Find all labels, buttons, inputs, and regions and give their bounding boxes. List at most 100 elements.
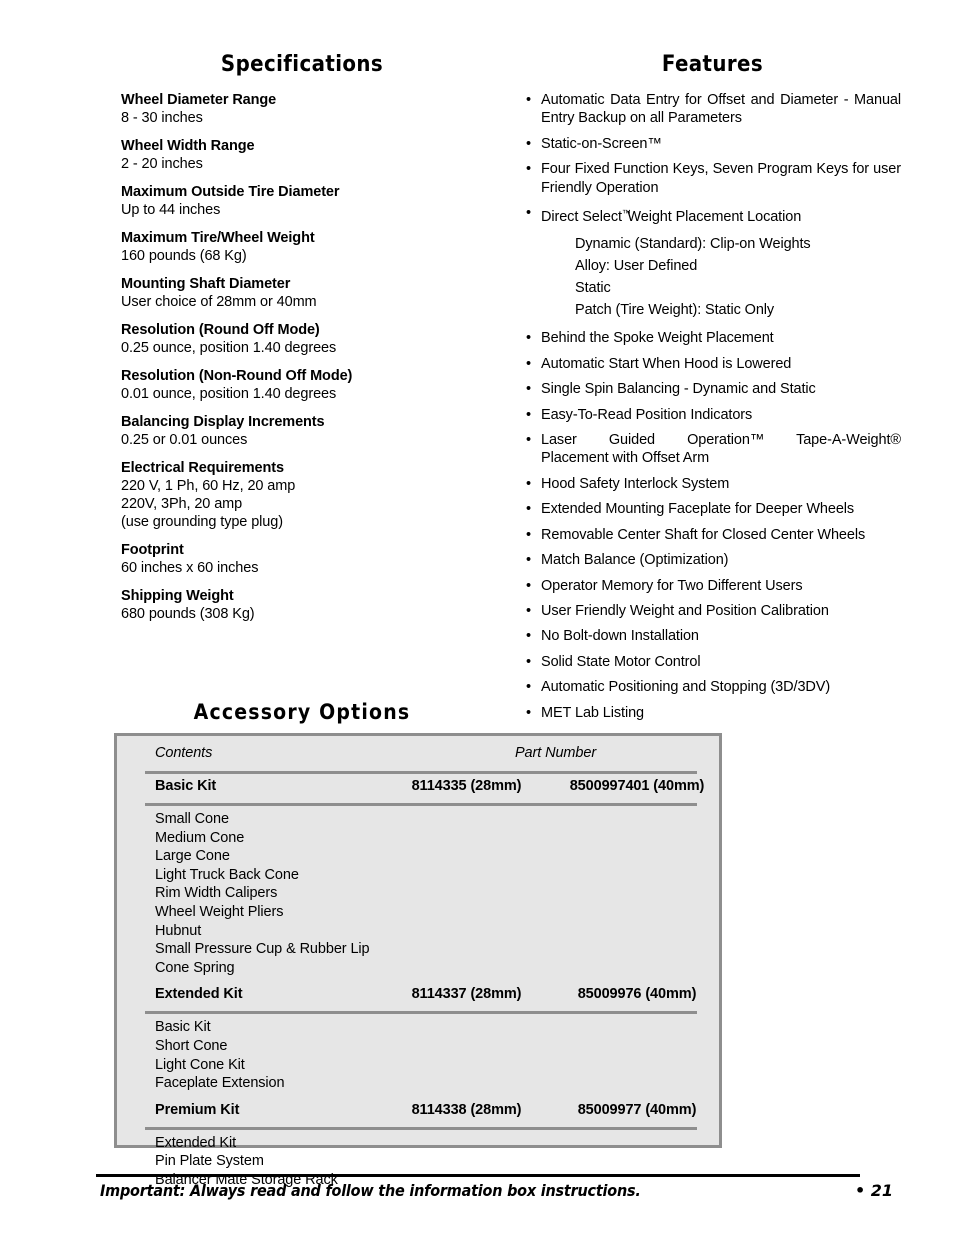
spec-label: Maximum Outside Tire Diameter (121, 184, 340, 200)
feature-item: Automatic Start When Hood is Lowered (524, 355, 901, 374)
feature-item: Extended Mounting Faceplate for Deeper W… (524, 500, 901, 519)
table-divider (145, 1126, 697, 1130)
feature-item-direct-select: Direct Select™Weight Placement Location (524, 204, 901, 226)
spec-label: Resolution (Non-Round Off Mode) (121, 368, 353, 384)
spec-value: 680 pounds (308 Kg) (121, 606, 255, 622)
table-divider (145, 771, 697, 774)
feature-item: Hood Safety Interlock System (524, 475, 901, 494)
kit-part-28mm: 8114338 (28mm) (411, 1101, 522, 1118)
kit-content-item: Wheel Weight Pliers (155, 903, 284, 920)
spec-entry: Balancing Display Increments 0.25 or 0.0… (121, 413, 491, 449)
spec-value: 8 - 30 inches (121, 110, 203, 126)
kit-content-item: Basic Kit (155, 1019, 211, 1036)
feature-text-after-tm: Weight Placement Location (627, 209, 802, 226)
direct-select-sublist: Dynamic (Standard): Clip-on Weights Allo… (524, 233, 901, 321)
kit-row: Premium Kit 8114338 (28mm) 85009977 (40m… (127, 1102, 709, 1126)
feature-item: Behind the Spoke Weight Placement (524, 329, 901, 348)
features-list: Automatic Data Entry for Offset and Diam… (524, 91, 901, 722)
spec-value: Up to 44 inches (121, 202, 221, 218)
spec-entry: Wheel Width Range 2 - 20 inches (121, 137, 491, 173)
spec-label: Shipping Weight (121, 588, 234, 604)
sublist-item: Patch (Tire Weight): Static Only (575, 302, 775, 319)
spec-entry: Maximum Tire/Wheel Weight 160 pounds (68… (121, 229, 491, 265)
kit-content-item: Faceplate Extension (155, 1075, 285, 1092)
kit-content-item: Cone Spring (155, 959, 235, 976)
kit-part-40mm: 85009976 (40mm) (577, 986, 697, 1003)
feature-item: Four Fixed Function Keys, Seven Program … (524, 160, 901, 197)
spec-label: Balancing Display Increments (121, 414, 325, 430)
footer-note: Important: Always read and follow the in… (100, 1181, 641, 1200)
feature-item: User Friendly Weight and Position Calibr… (524, 602, 901, 621)
spec-label: Electrical Requirements (121, 460, 284, 476)
spec-value: 60 inches x 60 inches (121, 560, 259, 576)
footer-divider (96, 1174, 860, 1177)
kit-content-item: Rim Width Calipers (155, 885, 278, 902)
kit-content-item: Small Pressure Cup & Rubber Lip (155, 941, 370, 958)
sublist-item: Alloy: User Defined (575, 258, 698, 275)
spec-entry: Shipping Weight 680 pounds (308 Kg) (121, 587, 491, 623)
feature-justified-line: Laser Guided Operation™ Tape-A-Weight® (541, 432, 901, 449)
feature-item: Removable Center Shaft for Closed Center… (524, 526, 901, 545)
spec-entry: Electrical Requirements 220 V, 1 Ph, 60 … (121, 459, 491, 531)
kit-content-item: Light Cone Kit (155, 1056, 245, 1073)
column-header-contents: Contents (155, 745, 213, 761)
feature-item: Single Spin Balancing - Dynamic and Stat… (524, 380, 901, 399)
feature-item: Match Balance (Optimization) (524, 551, 901, 570)
kit-row: Basic Kit 8114335 (28mm) 8500997401 (40m… (127, 778, 709, 802)
features-heading: Features (661, 52, 764, 77)
spec-label: Mounting Shaft Diameter (121, 276, 291, 292)
feature-item: Automatic Positioning and Stopping (3D/3… (524, 678, 901, 697)
spec-entry: Resolution (Non-Round Off Mode) 0.01 oun… (121, 367, 491, 403)
spec-value: 2 - 20 inches (121, 156, 203, 172)
sublist-item: Static (575, 280, 611, 297)
spec-label: Wheel Diameter Range (121, 92, 277, 108)
spec-value: 0.01 ounce, position 1.40 degrees (121, 386, 337, 402)
table-divider (145, 803, 697, 806)
specifications-column: Specifications Wheel Diameter Range 8 - … (121, 52, 491, 633)
spec-entry: Maximum Outside Tire Diameter Up to 44 i… (121, 183, 491, 219)
page-number: • 21 (855, 1181, 894, 1200)
feature-item: Static-on-Screen™ (524, 135, 901, 154)
feature-item: Automatic Data Entry for Offset and Diam… (524, 91, 901, 128)
spec-value: 160 pounds (68 Kg) (121, 248, 247, 264)
kit-content-item: Hubnut (155, 922, 202, 939)
spec-entry: Wheel Diameter Range 8 - 30 inches (121, 91, 491, 127)
spec-label: Wheel Width Range (121, 138, 255, 154)
feature-text-before-tm: Direct Select (541, 209, 622, 226)
kit-row: Extended Kit 8114337 (28mm) 85009976 (40… (127, 986, 709, 1010)
document-page: Specifications Wheel Diameter Range 8 - … (0, 0, 954, 1235)
spec-value: User choice of 28mm or 40mm (121, 294, 317, 310)
kit-part-28mm: 8114337 (28mm) (411, 986, 522, 1003)
spec-value: 0.25 or 0.01 ounces (121, 432, 248, 448)
kit-content-item: Large Cone (155, 848, 230, 865)
spec-entry: Resolution (Round Off Mode) 0.25 ounce, … (121, 321, 491, 357)
spec-entry: Footprint 60 inches x 60 inches (121, 541, 491, 577)
feature-last-line: Placement with Offset Arm (541, 450, 710, 467)
spec-value: 0.25 ounce, position 1.40 degrees (121, 340, 337, 356)
kit-name: Extended Kit (155, 986, 243, 1003)
feature-item: MET Lab Listing (524, 704, 901, 723)
features-column: Features Automatic Data Entry for Offset… (524, 52, 901, 729)
kit-part-40mm: 8500997401 (40mm) (569, 778, 705, 794)
table-header-row: Contents Part Number (127, 745, 709, 770)
spec-label: Maximum Tire/Wheel Weight (121, 230, 315, 246)
table-divider (145, 1011, 697, 1015)
spec-label: Footprint (121, 542, 184, 558)
feature-item: No Bolt-down Installation (524, 627, 901, 646)
kit-part-40mm: 85009977 (40mm) (577, 1101, 697, 1118)
spec-label: Resolution (Round Off Mode) (121, 322, 320, 338)
feature-item-laser-guided: Laser Guided Operation™ Tape-A-Weight® P… (524, 431, 901, 468)
kit-part-28mm: 8114335 (28mm) (411, 778, 522, 794)
sublist-item: Dynamic (Standard): Clip-on Weights (575, 236, 811, 253)
kit-content-item: Medium Cone (155, 829, 245, 846)
spec-value: 220 V, 1 Ph, 60 Hz, 20 amp (121, 478, 296, 494)
spec-entry: Mounting Shaft Diameter User choice of 2… (121, 275, 491, 311)
kit-content-item: Small Cone (155, 811, 229, 827)
kit-content-item: Short Cone (155, 1037, 228, 1054)
accessory-options-heading: Accessory Options (193, 700, 411, 724)
kit-name: Premium Kit (155, 1101, 240, 1118)
feature-item: Easy-To-Read Position Indicators (524, 406, 901, 425)
feature-item: Operator Memory for Two Different Users (524, 577, 901, 596)
